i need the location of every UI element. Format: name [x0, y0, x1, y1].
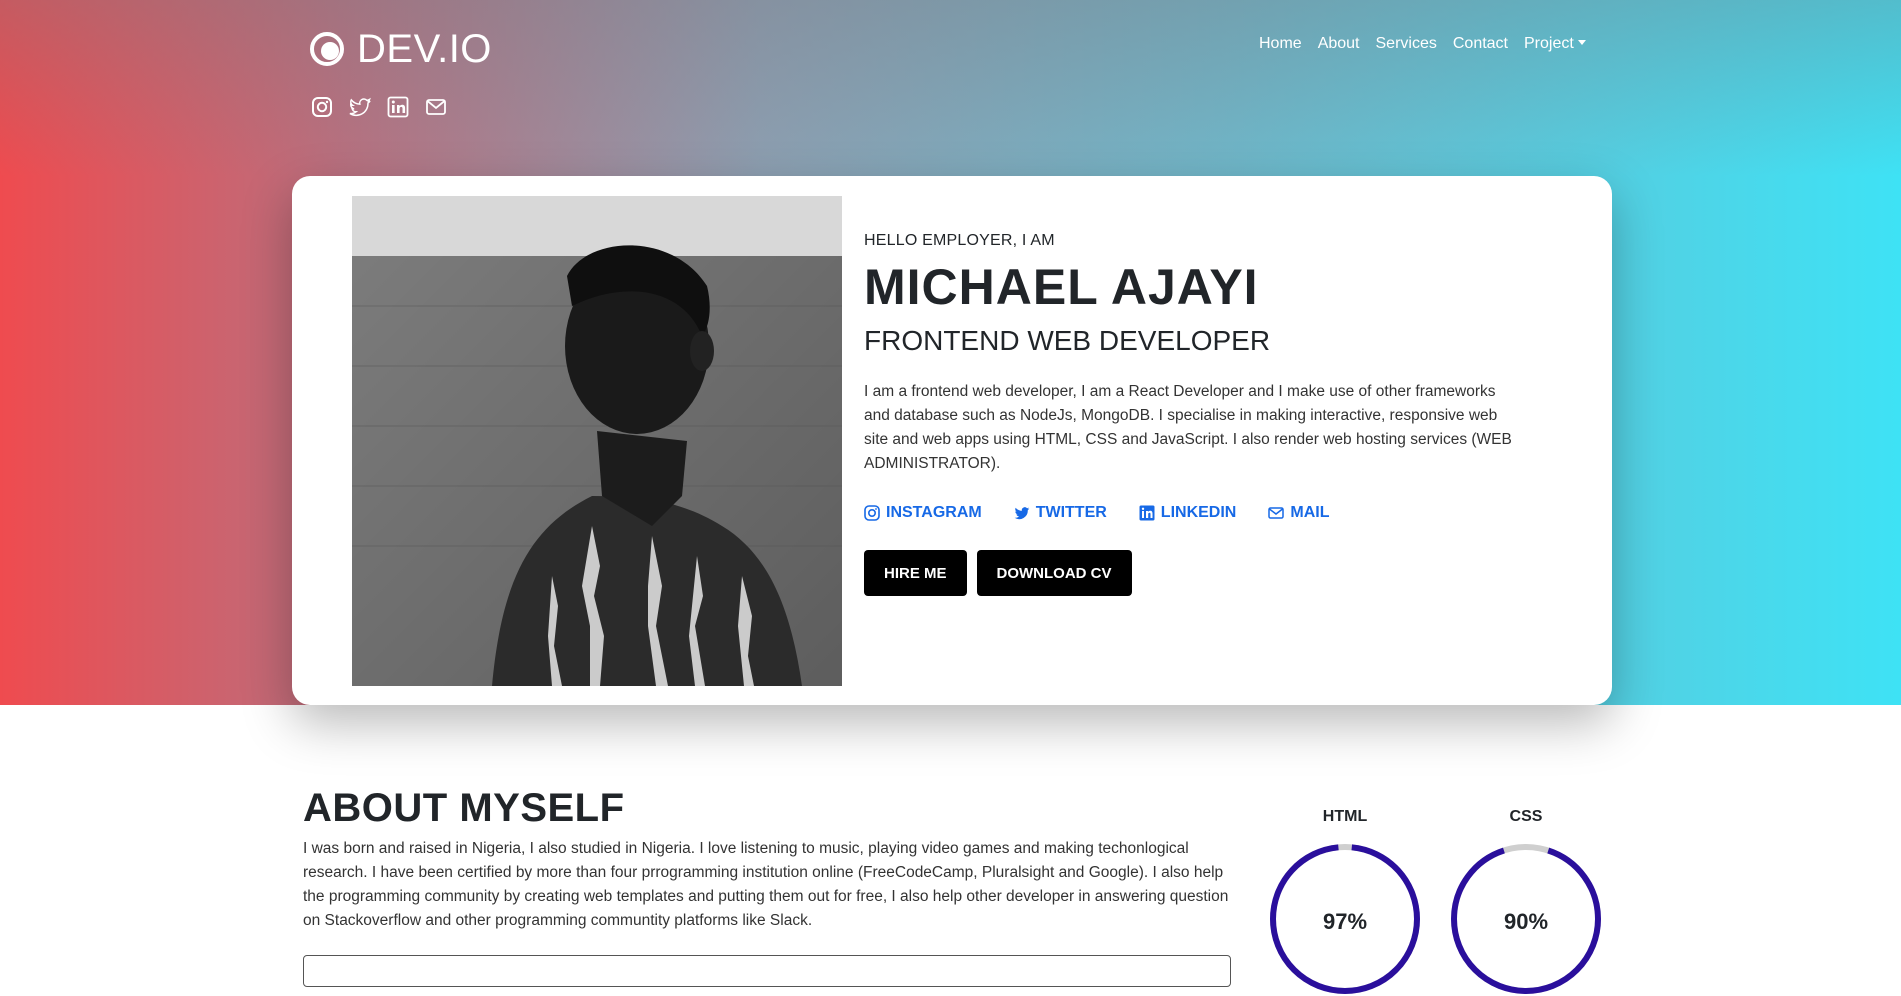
skill-label: HTML: [1322, 808, 1368, 825]
hero-social-links: INSTAGRAM TWITTER LINKEDIN MAIL: [864, 504, 1514, 522]
about-section: ABOUT MYSELF I was born and raised in Ni…: [303, 785, 1233, 933]
profile-photo: [352, 196, 842, 686]
header-social-icons: [311, 96, 447, 118]
linkedin-link-label: LINKEDIN: [1160, 504, 1237, 521]
linkedin-icon[interactable]: [387, 96, 409, 118]
brand-logo[interactable]: DEV.IO: [309, 25, 492, 73]
mail-icon: [1268, 507, 1285, 519]
hero-greeting: HELLO EMPLOYER, I AM: [864, 232, 1055, 249]
caret-down-icon: [1577, 40, 1586, 45]
hero-role: FRONTEND WEB DEVELOPER: [864, 325, 1271, 356]
hero-bio: I am a frontend web developer, I am a Re…: [864, 383, 1512, 472]
skill-value: 90%: [1503, 909, 1549, 934]
skill-value: 97%: [1322, 909, 1368, 934]
nav-home[interactable]: Home: [1259, 33, 1302, 55]
twitter-link-label: TWITTER: [1035, 504, 1107, 521]
about-text: I was born and raised in Nigeria, I also…: [303, 840, 1229, 929]
brand-name: DEV.IO: [357, 26, 492, 71]
about-input-box[interactable]: [303, 955, 1231, 987]
nav-project-label: Project: [1524, 35, 1574, 52]
linkedin-link[interactable]: LINKEDIN: [1139, 504, 1237, 522]
logo-icon: [310, 32, 344, 66]
nav-project-dropdown[interactable]: Project: [1524, 33, 1586, 55]
skill-html: HTML 97%: [1268, 808, 1422, 994]
hero-text: HELLO EMPLOYER, I AM MICHAEL AJAYI FRONT…: [864, 232, 1514, 596]
skill-label: CSS: [1509, 808, 1543, 825]
twitter-icon: [1014, 507, 1030, 520]
linkedin-icon: [1139, 505, 1155, 521]
twitter-icon[interactable]: [349, 96, 371, 118]
download-cv-button[interactable]: DOWNLOAD CV: [976, 550, 1132, 596]
nav-services[interactable]: Services: [1376, 33, 1437, 55]
hero-buttons: HIRE ME DOWNLOAD CV: [864, 550, 1514, 596]
instagram-icon[interactable]: [311, 96, 333, 118]
mail-icon[interactable]: [425, 96, 447, 118]
instagram-link[interactable]: INSTAGRAM: [864, 504, 982, 522]
about-title: ABOUT MYSELF: [303, 786, 625, 830]
nav-about[interactable]: About: [1318, 33, 1360, 55]
main-nav: Home About Services Contact Project: [1259, 33, 1586, 55]
skill-css: CSS 90%: [1449, 808, 1603, 994]
hire-me-button[interactable]: HIRE ME: [864, 550, 967, 596]
instagram-icon: [864, 505, 880, 521]
mail-link-label: MAIL: [1290, 504, 1330, 521]
twitter-link[interactable]: TWITTER: [1014, 504, 1107, 522]
hero-name: MICHAEL AJAYI: [864, 259, 1259, 315]
nav-contact[interactable]: Contact: [1453, 33, 1508, 55]
mail-link[interactable]: MAIL: [1268, 504, 1329, 522]
hero-card: HELLO EMPLOYER, I AM MICHAEL AJAYI FRONT…: [292, 176, 1612, 705]
instagram-link-label: INSTAGRAM: [886, 504, 982, 521]
